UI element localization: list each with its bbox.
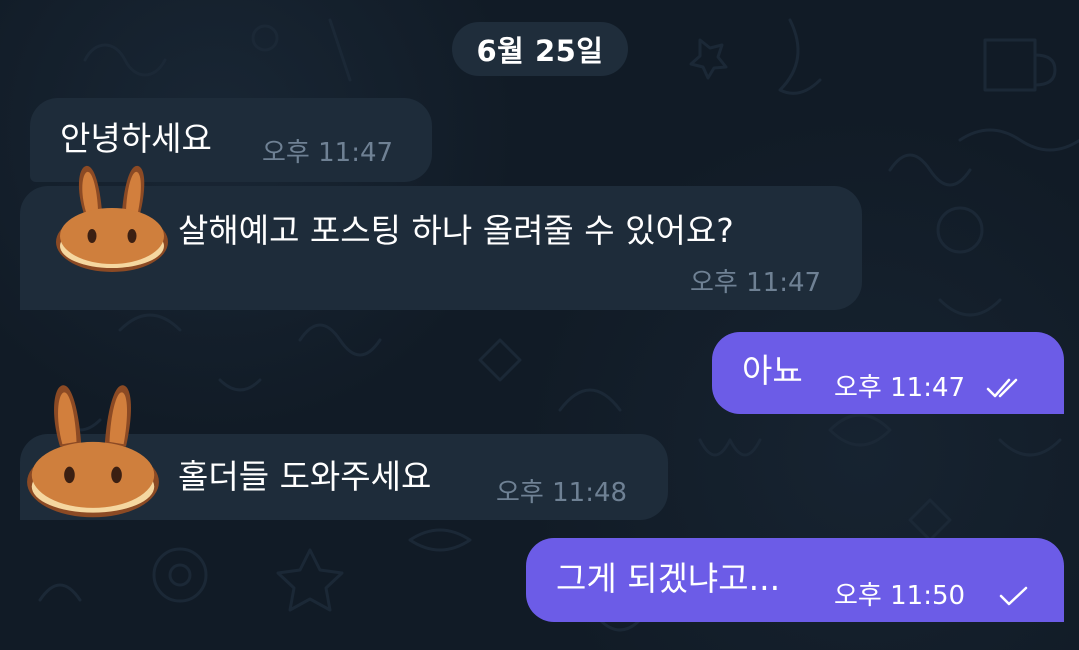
message-time: 오후 11:50 (834, 581, 966, 611)
pancake-bunny-avatar-icon[interactable] (22, 376, 164, 522)
message-text: 안녕하세요 (60, 119, 212, 158)
message-time: 오후 11:47 (834, 373, 966, 403)
message-text: 살해예고 포스팅 하나 올려줄 수 있어요? (178, 211, 734, 250)
message-bubble-outgoing[interactable]: 아뇨 오후 11:47 (712, 332, 1064, 414)
message-text: 아뇨 (742, 351, 803, 390)
date-separator: 6월 25일 (452, 22, 628, 76)
message-bubble-outgoing[interactable]: 그게 되겠냐고... 오후 11:50 (526, 538, 1064, 622)
message-text: 그게 되겠냐고... (556, 559, 781, 598)
message-time: 오후 11:48 (496, 478, 628, 508)
pancake-bunny-avatar-icon[interactable] (52, 160, 172, 276)
message-text: 홀더들 도와주세요 (178, 457, 432, 496)
double-check-icon (986, 378, 1018, 398)
message-time: 오후 11:47 (690, 268, 822, 298)
message-time: 오후 11:47 (262, 138, 394, 168)
single-check-icon (999, 586, 1028, 606)
